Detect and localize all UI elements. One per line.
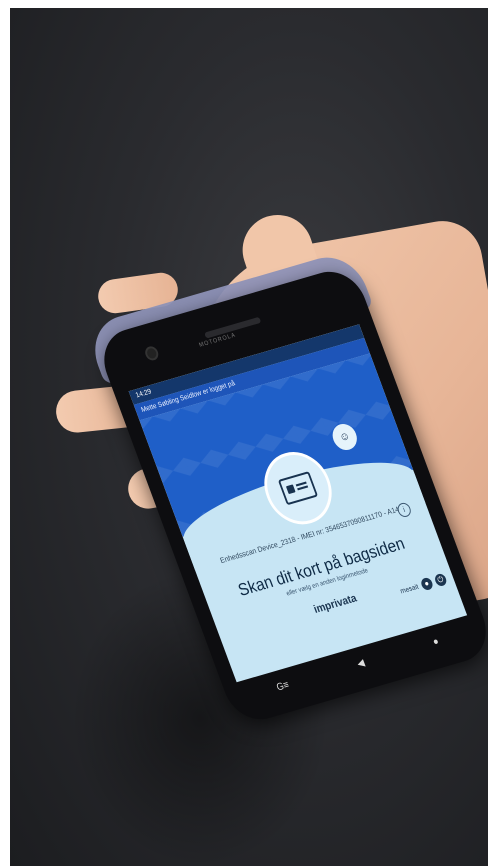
phone-wrapper: MOTOROLA 14:29 Mette Søbling Seidlow er …: [72, 244, 488, 727]
card-icon: [277, 471, 319, 506]
phone-screen: 14:29 Mette Søbling Seidlow er logget på…: [128, 324, 468, 683]
home-icon[interactable]: ●: [431, 635, 440, 647]
photo-background: MOTOROLA 14:29 Mette Søbling Seidlow er …: [10, 8, 488, 866]
user-label: mesait: [399, 583, 420, 596]
phone: MOTOROLA 14:29 Mette Søbling Seidlow er …: [83, 248, 488, 727]
user-icon[interactable]: ●: [419, 576, 435, 592]
nav-left-label[interactable]: G≡: [275, 679, 291, 693]
status-time: 14:29: [134, 388, 153, 400]
back-icon[interactable]: ◀: [356, 657, 367, 670]
